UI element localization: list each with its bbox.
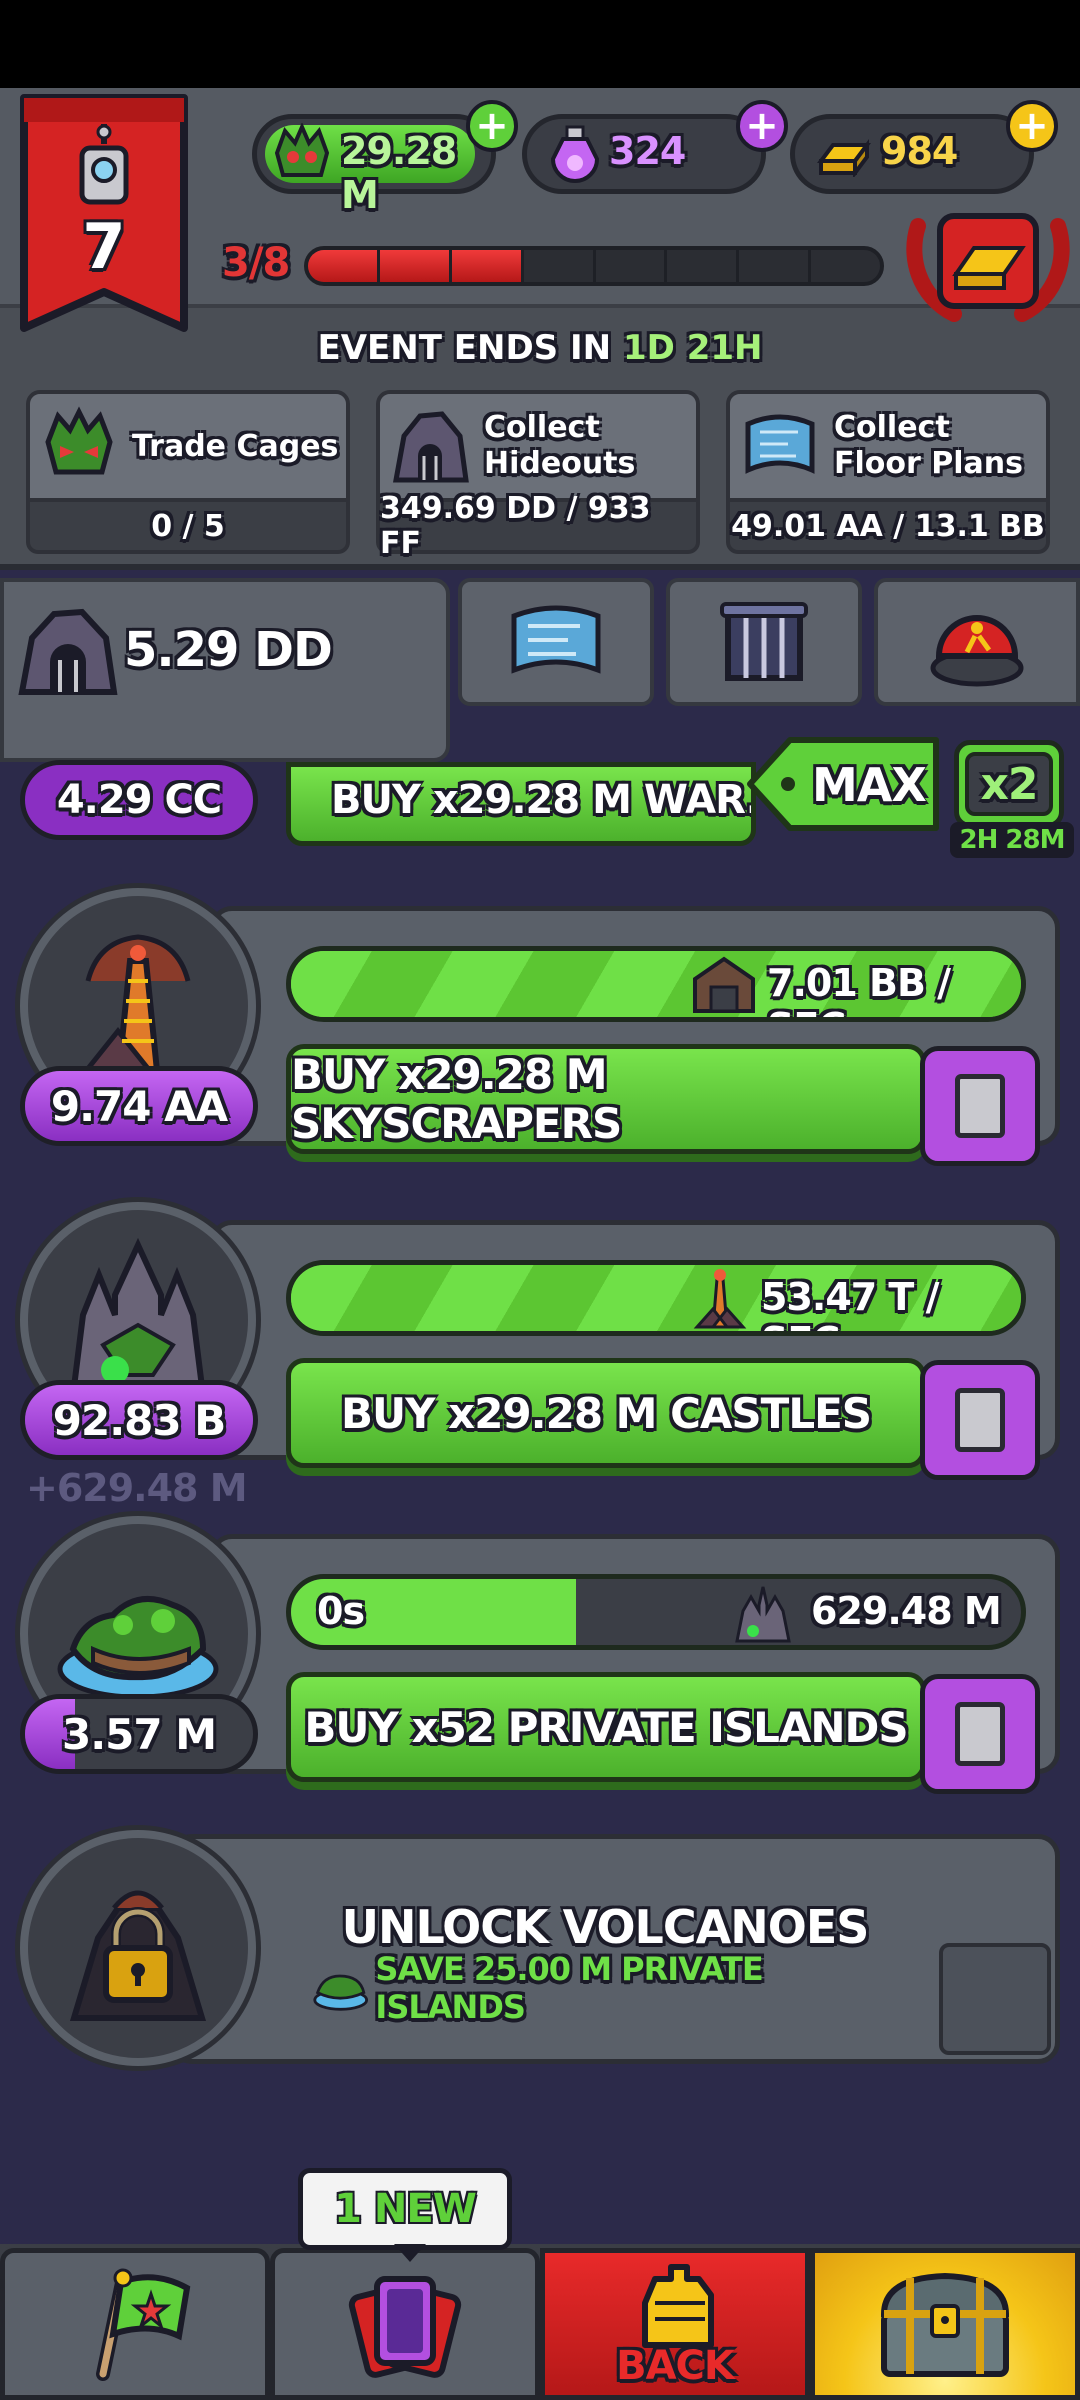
private-island-icon [57, 1596, 219, 1700]
skyscrapers-owned: 9.74 AA [20, 1066, 258, 1146]
private-islands-progress: 0s 629.48 M [286, 1574, 1026, 1650]
fist-icon [642, 2264, 714, 2348]
reward-chest-button[interactable] [904, 206, 1072, 322]
event-days: 1D [622, 328, 675, 368]
task-card-collect-floor-plans[interactable]: Collect Floor Plans 49.01 AA / 13.1 BB [726, 390, 1050, 554]
private-island-icon [313, 1974, 369, 2011]
task-card-collect-hideouts[interactable]: Collect Hideouts 349.69 DD / 933 FF [376, 390, 700, 561]
event-hours: 21H [686, 328, 763, 368]
partial-owned-pill: 4.29 CC [20, 760, 258, 840]
add-potion-button[interactable]: + [736, 100, 788, 152]
potion-icon [550, 125, 600, 183]
nav-shop-button[interactable] [810, 2248, 1080, 2400]
skyscrapers-card-button[interactable] [920, 1046, 1040, 1166]
private-islands-rate: 629.48 M [811, 1589, 1002, 1633]
private-islands-timer: 0s [317, 1589, 365, 1633]
cash-resource[interactable]: 29.28 M [252, 114, 496, 217]
event-ends-label: EVENT ENDS IN [317, 328, 612, 368]
cage-icon [720, 602, 808, 681]
partial-buy-button[interactable]: BUY x29.28 M WAR... [286, 762, 756, 846]
hideout-icon [393, 411, 469, 483]
villain-cash-icon [274, 123, 330, 177]
nav-cards-button[interactable] [270, 2248, 540, 2400]
task-title: Collect Hideouts [484, 410, 636, 481]
status-bar [0, 0, 1080, 88]
tab-cages[interactable] [666, 578, 862, 706]
gold-amount: 984 [881, 129, 958, 173]
hideout-tab[interactable]: 5.29 DD [0, 578, 450, 762]
skyscrapers-progress: 7.01 BB / SEC [286, 946, 1026, 1022]
villain-head-icon [45, 406, 113, 475]
buy-private-islands-button[interactable]: BUY x52 PRIVATE ISLANDS [286, 1672, 926, 1782]
tab-floor-plans[interactable] [458, 578, 654, 706]
back-label: BACK [616, 2343, 735, 2389]
floor-plan-icon [511, 605, 601, 674]
skyscrapers-rate: 7.01 BB / SEC [767, 961, 951, 1017]
new-badge: 1 NEW [298, 2168, 512, 2250]
level-banner[interactable]: 7 [18, 92, 190, 332]
skyscraper-icon [693, 1269, 747, 1329]
event-timer: EVENT ENDS IN 1D 21H [0, 328, 1080, 368]
event-progress-bar [304, 246, 884, 286]
x2-boost-button[interactable]: x2 2H 28M [950, 740, 1074, 860]
new-badge-pointer [394, 2244, 426, 2262]
flag-icon [96, 2268, 191, 2381]
task-title: Collect Floor Plans [834, 410, 1023, 481]
buy-skyscrapers-button[interactable]: BUY x29.28 M SKYSCRAPERS [286, 1044, 926, 1154]
add-cash-button[interactable]: + [466, 100, 518, 152]
floor-plan-icon [745, 414, 815, 474]
boost-timer: 2H 28M [959, 825, 1066, 855]
private-islands-owned: 3.57 M [20, 1694, 258, 1774]
warehouse-icon [693, 956, 755, 1013]
task-card-trade-cages[interactable]: Trade Cages 0 / 5 [26, 390, 350, 554]
cash-amount: 29.28 M [341, 129, 457, 217]
castles-rate: 53.47 T / SEC [761, 1275, 939, 1331]
castle-icon [735, 1586, 791, 1643]
castles-progress: 53.47 T / SEC [286, 1260, 1026, 1336]
hideout-icon [18, 608, 118, 695]
max-button[interactable]: MAX [746, 736, 942, 832]
task-value: 0 / 5 [26, 502, 350, 554]
gold-resource[interactable]: 984 [790, 114, 1034, 194]
add-gold-button[interactable]: + [1006, 100, 1058, 152]
collect-floater: +629.48 M [26, 1466, 248, 1510]
task-value: 349.69 DD / 933 FF [376, 491, 700, 561]
treasure-chest-icon [880, 2272, 1010, 2377]
progress-label: 3/8 [222, 240, 290, 286]
tab-alarm[interactable] [874, 578, 1080, 706]
task-title: Trade Cages [132, 428, 339, 464]
unlock-title: UNLOCK VOLCANOES [341, 1900, 870, 1954]
castles-owned: 92.83 B [20, 1380, 258, 1460]
gold-bars-icon [817, 139, 871, 177]
private-islands-card-button[interactable] [920, 1674, 1040, 1794]
level-number: 7 [82, 210, 126, 283]
unlock-requirement: SAVE 25.00 M PRIVATE ISLANDS [312, 1950, 882, 2026]
alarm-button-icon [930, 615, 1024, 687]
nav-map-button[interactable] [0, 2248, 270, 2400]
potion-amount: 324 [609, 129, 686, 173]
cards-icon [348, 2276, 462, 2378]
task-value: 49.01 AA / 13.1 BB [726, 502, 1050, 554]
nav-back-button[interactable]: BACK [540, 2248, 810, 2400]
castles-card-button[interactable] [920, 1360, 1040, 1480]
category-tabs: 5.29 DD [0, 578, 1080, 762]
hideout-count: 5.29 DD [124, 622, 333, 678]
buy-castles-button[interactable]: BUY x29.28 M CASTLES [286, 1358, 926, 1468]
potion-resource[interactable]: 324 [522, 114, 766, 194]
